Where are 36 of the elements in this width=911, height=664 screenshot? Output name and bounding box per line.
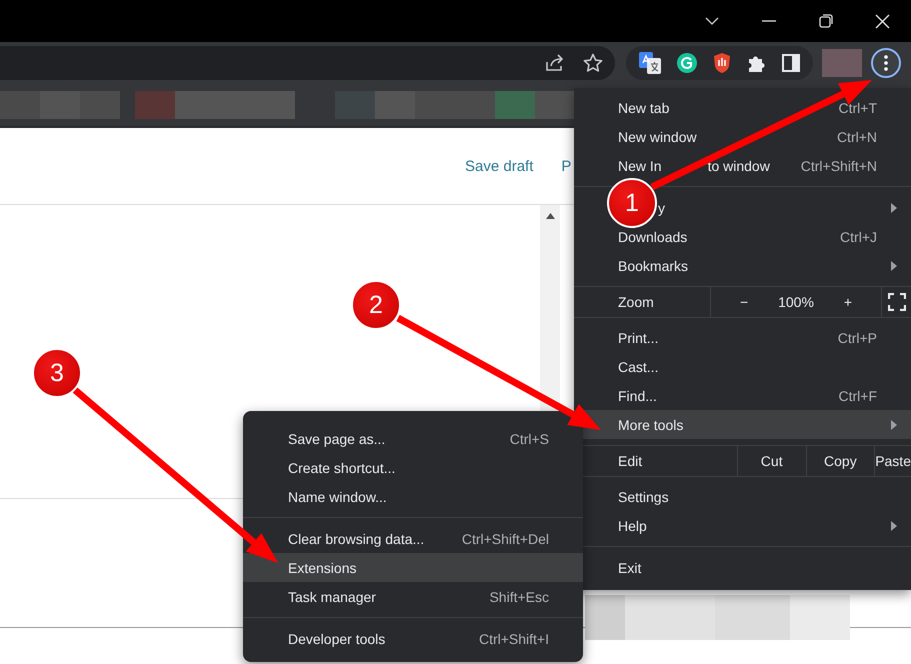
menu-item[interactable]: Developer tools Ctrl+Shift+I [243,624,583,653]
menu-button[interactable] [871,48,901,78]
star-icon[interactable] [583,53,603,73]
menu-item[interactable]: Print... Ctrl+P [574,323,911,352]
shield-icon[interactable] [712,52,732,74]
share-icon[interactable] [545,54,565,72]
edit-button[interactable]: Paste [874,446,911,476]
zoom-in-button[interactable]: + [844,294,852,310]
menu-item[interactable]: Find... Ctrl+F [574,381,911,410]
link[interactable]: Save draft [465,158,534,174]
zoom-label: Zoom [617,293,655,312]
menu-item[interactable]: More tools [574,410,911,439]
menu-item[interactable]: New In to window Ctrl+Shift+N [574,151,911,180]
zoom-value: 100% [778,294,814,310]
menu-icon[interactable] [884,55,888,71]
scroll-up-icon[interactable] [546,213,554,219]
menu-item[interactable]: Bookmarks [574,251,911,280]
edit-button[interactable]: Cut [736,446,806,476]
fullscreen-icon[interactable] [888,293,906,311]
step-badge: 3 [32,348,82,398]
restore-icon[interactable] [818,14,832,28]
chevron-down-icon[interactable] [704,15,720,27]
menu-item[interactable]: Create shortcut... [243,453,583,482]
edit-label: Edit [617,452,644,471]
edit-button[interactable]: Copy [806,446,874,476]
grammar-icon[interactable] [676,52,698,74]
menu-item[interactable]: Cast... [574,352,911,381]
menu-item[interactable]: Extensions [243,553,583,582]
sidebar-icon[interactable] [782,54,800,72]
link[interactable]: P [561,158,572,174]
step-badge: 2 [351,280,401,330]
menu-item[interactable]: Task manager Shift+Esc [243,582,583,611]
menu-item[interactable]: New window Ctrl+N [574,122,911,151]
translate-icon[interactable] [639,52,662,74]
zoom-out-button[interactable]: − [740,294,748,310]
close-icon[interactable] [875,14,890,28]
